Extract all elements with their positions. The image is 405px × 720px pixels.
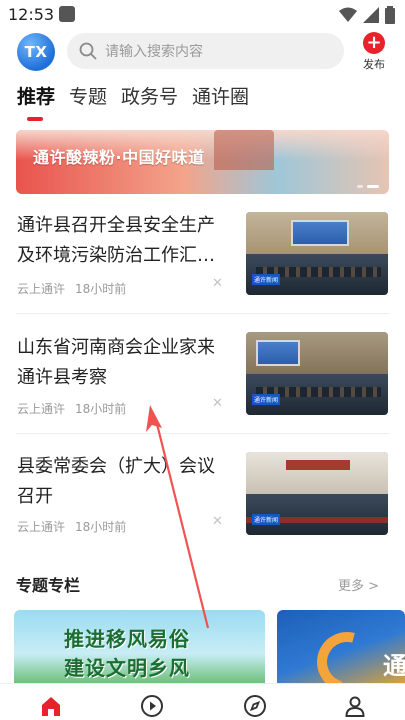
topic-card[interactable]: 通 [277, 610, 405, 683]
news-source: 云上通许 [17, 402, 66, 416]
wifi-icon [339, 7, 357, 22]
topics-section-header: 专题专栏 更多 > [0, 572, 405, 596]
thumbnail-screen [291, 220, 349, 246]
news-time: 18小时前 [75, 282, 127, 296]
video-play-icon [141, 695, 163, 717]
nav-home[interactable] [39, 694, 65, 720]
tab-topics[interactable]: 专题 [69, 82, 107, 112]
divider [16, 433, 389, 434]
notification-icon [59, 6, 75, 22]
banner-image [214, 130, 274, 170]
divider [16, 313, 389, 314]
news-meta: 云上通许 18小时前 [17, 400, 136, 417]
banner-caption: 通许酸辣粉·中国好味道 [33, 148, 205, 167]
news-thumbnail: 通许新闻 [246, 212, 388, 295]
plus-icon: + [363, 32, 385, 54]
active-tab-indicator [27, 117, 43, 121]
user-icon [345, 696, 365, 717]
publish-button[interactable]: + 发布 [360, 32, 388, 72]
thumbnail-label: 通许新闻 [252, 514, 281, 525]
thumbnail-label: 通许新闻 [252, 394, 281, 405]
status-time: 12:53 [8, 5, 55, 24]
news-source: 云上通许 [17, 520, 66, 534]
home-icon [42, 697, 60, 716]
carousel-dot [357, 185, 363, 188]
news-thumbnail: 通许新闻 [246, 452, 388, 535]
news-title: 县委常委会（扩大）会议召开 [17, 456, 215, 507]
tab-government[interactable]: 政务号 [121, 82, 178, 112]
thumbnail-screen [256, 340, 300, 366]
topic-card-line2: 建设文明乡风 [64, 656, 190, 680]
nav-profile[interactable] [343, 694, 369, 720]
news-source: 云上通许 [17, 282, 66, 296]
topic-card-text: 通 [383, 652, 405, 680]
carousel-indicator [357, 185, 379, 188]
thumbnail-label: 通许新闻 [252, 274, 281, 285]
close-icon[interactable]: ✕ [212, 396, 223, 411]
topic-card[interactable]: 推进移风易俗 建设文明乡风 [14, 610, 265, 683]
tab-recommend[interactable]: 推荐 [17, 82, 55, 112]
news-meta: 云上通许 18小时前 [17, 280, 136, 297]
news-title: 山东省河南商会企业家来通许县考察 [17, 337, 215, 388]
news-meta: 云上通许 18小时前 [17, 518, 136, 535]
signal-icon [363, 7, 379, 23]
logo-text: TX [24, 43, 48, 61]
news-title: 通许县召开全县安全生产及环境污染防治工作汇… [17, 215, 215, 266]
category-tabs: 推荐 专题 政务号 通许圈 [17, 82, 249, 122]
search-icon [79, 42, 97, 60]
carousel-dot-active [367, 185, 379, 188]
search-placeholder: 请输入搜索内容 [105, 44, 203, 60]
battery-icon [385, 6, 395, 24]
news-time: 18小时前 [75, 402, 127, 416]
status-icons [339, 6, 395, 24]
app-header: TX 请输入搜索内容 + 发布 [0, 30, 405, 76]
search-bar[interactable]: 请输入搜索内容 [67, 33, 344, 69]
tab-tongxu-circle[interactable]: 通许圈 [192, 82, 249, 112]
topic-card-graphic [306, 621, 388, 683]
topic-card-line1: 推进移风易俗 [64, 627, 190, 651]
nav-discover[interactable] [243, 694, 269, 720]
news-time: 18小时前 [75, 520, 127, 534]
publish-label: 发布 [363, 58, 385, 71]
thumbnail-wall [246, 452, 388, 498]
banner-carousel[interactable]: 通许酸辣粉·中国好味道 [16, 130, 389, 194]
app-logo[interactable]: TX [17, 33, 55, 71]
close-icon[interactable]: ✕ [212, 514, 223, 529]
status-bar: 12:53 [0, 0, 405, 30]
section-title: 专题专栏 [16, 576, 81, 595]
bottom-navigation [0, 683, 405, 720]
nav-video[interactable] [140, 694, 166, 720]
close-icon[interactable]: ✕ [212, 276, 223, 291]
compass-icon [244, 695, 266, 717]
thumbnail-banner [286, 460, 350, 470]
more-link[interactable]: 更多 > [338, 575, 379, 594]
news-thumbnail: 通许新闻 [246, 332, 388, 415]
